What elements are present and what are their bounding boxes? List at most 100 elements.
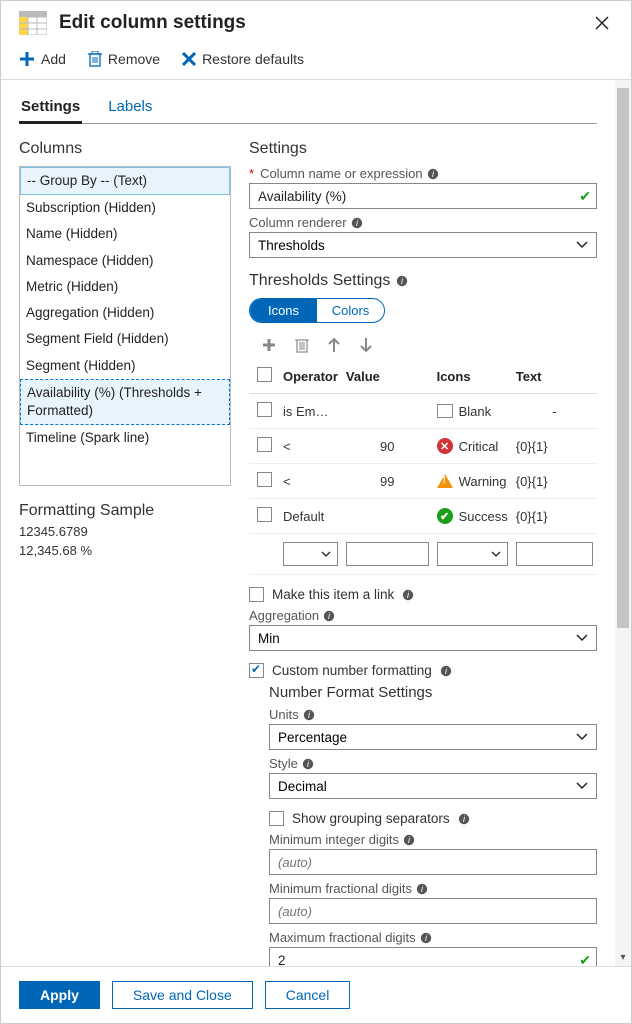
restore-label: Restore defaults <box>202 51 304 67</box>
required-star: * <box>249 166 254 181</box>
info-icon[interactable]: i <box>420 932 432 944</box>
column-item[interactable]: Subscription (Hidden) <box>20 195 230 221</box>
cancel-button[interactable]: Cancel <box>265 981 351 1009</box>
threshold-row[interactable]: < 99 Warning {0}{1} <box>249 464 597 499</box>
valid-check-icon: ✔ <box>579 952 591 966</box>
add-button[interactable]: Add <box>19 51 66 67</box>
sample-formatted: 12,345.68 % <box>19 543 231 558</box>
row-checkbox[interactable] <box>257 437 272 452</box>
add-label: Add <box>41 51 66 67</box>
info-icon[interactable]: i <box>416 883 428 895</box>
column-item[interactable]: -- Group By -- (Text) <box>20 167 230 195</box>
info-icon[interactable]: i <box>351 217 363 229</box>
aggregation-select[interactable]: Min <box>249 625 597 651</box>
columns-heading: Columns <box>19 140 231 158</box>
threshold-add-button[interactable] <box>261 337 277 353</box>
threshold-row[interactable]: Default ✔Success {0}{1} <box>249 499 597 534</box>
min-int-label: Minimum integer digits <box>269 832 399 847</box>
threshold-row[interactable]: < 90 ✕Critical {0}{1} <box>249 429 597 464</box>
thresholds-table: Operator Value Icons Text is Em… Blank - <box>249 359 597 575</box>
text-input[interactable] <box>516 542 593 566</box>
tab-labels[interactable]: Labels <box>106 94 154 123</box>
max-frac-input[interactable] <box>269 947 597 966</box>
scroll-down-icon[interactable]: ▾ <box>615 950 631 964</box>
renderer-select[interactable]: Thresholds <box>249 232 597 258</box>
show-grouping-checkbox[interactable] <box>269 811 284 826</box>
chevron-down-icon <box>576 241 588 249</box>
warning-icon <box>437 474 453 488</box>
chevron-down-icon <box>576 733 588 741</box>
trash-icon <box>88 51 102 67</box>
column-item[interactable]: Timeline (Spark line) <box>20 425 230 451</box>
info-icon[interactable]: i <box>427 168 439 180</box>
threshold-movedown-button[interactable] <box>359 337 373 353</box>
row-checkbox[interactable] <box>257 402 272 417</box>
chevron-down-icon <box>576 782 588 790</box>
column-item[interactable]: Namespace (Hidden) <box>20 248 230 274</box>
th-value: Value <box>342 359 433 394</box>
pill-colors[interactable]: Colors <box>317 299 384 322</box>
formatting-sample-heading: Formatting Sample <box>19 502 231 520</box>
info-icon[interactable]: i <box>303 709 315 721</box>
col-name-label: Column name or expression <box>260 166 423 181</box>
column-item[interactable]: Aggregation (Hidden) <box>20 300 230 326</box>
value-input[interactable] <box>346 542 429 566</box>
info-icon[interactable]: i <box>403 834 415 846</box>
threshold-input-row <box>249 534 597 575</box>
remove-button[interactable]: Remove <box>88 51 160 67</box>
column-item[interactable]: Segment (Hidden) <box>20 353 230 379</box>
restore-defaults-button[interactable]: Restore defaults <box>182 51 304 67</box>
min-int-input[interactable] <box>269 849 597 875</box>
chevron-down-icon <box>576 634 588 642</box>
table-icon <box>19 11 47 35</box>
th-icons: Icons <box>433 359 512 394</box>
critical-icon: ✕ <box>437 438 453 454</box>
aggregation-label: Aggregation <box>249 608 319 623</box>
row-checkbox[interactable] <box>257 507 272 522</box>
min-frac-label: Minimum fractional digits <box>269 881 412 896</box>
renderer-value: Thresholds <box>258 238 325 253</box>
th-operator: Operator <box>279 359 342 394</box>
sample-raw: 12345.6789 <box>19 524 231 539</box>
info-icon[interactable]: i <box>402 589 414 601</box>
number-format-heading: Number Format Settings <box>269 684 597 701</box>
row-checkbox[interactable] <box>257 472 272 487</box>
max-frac-label: Maximum fractional digits <box>269 930 416 945</box>
icons-colors-toggle: Icons Colors <box>249 298 385 323</box>
column-name-input[interactable] <box>249 183 597 209</box>
tab-settings[interactable]: Settings <box>19 94 82 124</box>
info-icon[interactable]: i <box>440 665 452 677</box>
operator-select[interactable] <box>283 542 338 566</box>
column-item-selected[interactable]: Availability (%) (Thresholds + Formatted… <box>20 379 230 425</box>
threshold-moveup-button[interactable] <box>327 337 341 353</box>
show-grouping-label: Show grouping separators <box>292 811 450 826</box>
column-item[interactable]: Name (Hidden) <box>20 221 230 247</box>
scrollbar[interactable]: ▾ <box>615 80 631 966</box>
close-button[interactable] <box>587 12 617 34</box>
min-frac-input[interactable] <box>269 898 597 924</box>
threshold-row[interactable]: is Em… Blank - <box>249 394 597 429</box>
icon-select[interactable] <box>437 542 508 566</box>
custom-format-label: Custom number formatting <box>272 663 432 678</box>
success-icon: ✔ <box>437 508 453 524</box>
info-icon[interactable]: i <box>323 610 335 622</box>
scrollbar-thumb[interactable] <box>617 88 629 628</box>
info-icon[interactable]: i <box>396 275 408 287</box>
renderer-label: Column renderer <box>249 215 347 230</box>
units-select[interactable]: Percentage <box>269 724 597 750</box>
make-link-checkbox[interactable] <box>249 587 264 602</box>
threshold-delete-button[interactable] <box>295 337 309 353</box>
info-icon[interactable]: i <box>458 813 470 825</box>
save-close-button[interactable]: Save and Close <box>112 981 253 1009</box>
column-item[interactable]: Segment Field (Hidden) <box>20 326 230 352</box>
info-icon[interactable]: i <box>302 758 314 770</box>
column-item[interactable]: Metric (Hidden) <box>20 274 230 300</box>
custom-format-checkbox[interactable] <box>249 663 264 678</box>
style-select[interactable]: Decimal <box>269 773 597 799</box>
apply-button[interactable]: Apply <box>19 981 100 1009</box>
select-all-checkbox[interactable] <box>257 367 272 382</box>
thresholds-heading: Thresholds Settings <box>249 272 390 290</box>
columns-list: -- Group By -- (Text) Subscription (Hidd… <box>19 166 231 486</box>
pill-icons[interactable]: Icons <box>250 299 317 322</box>
aggregation-value: Min <box>258 631 280 646</box>
